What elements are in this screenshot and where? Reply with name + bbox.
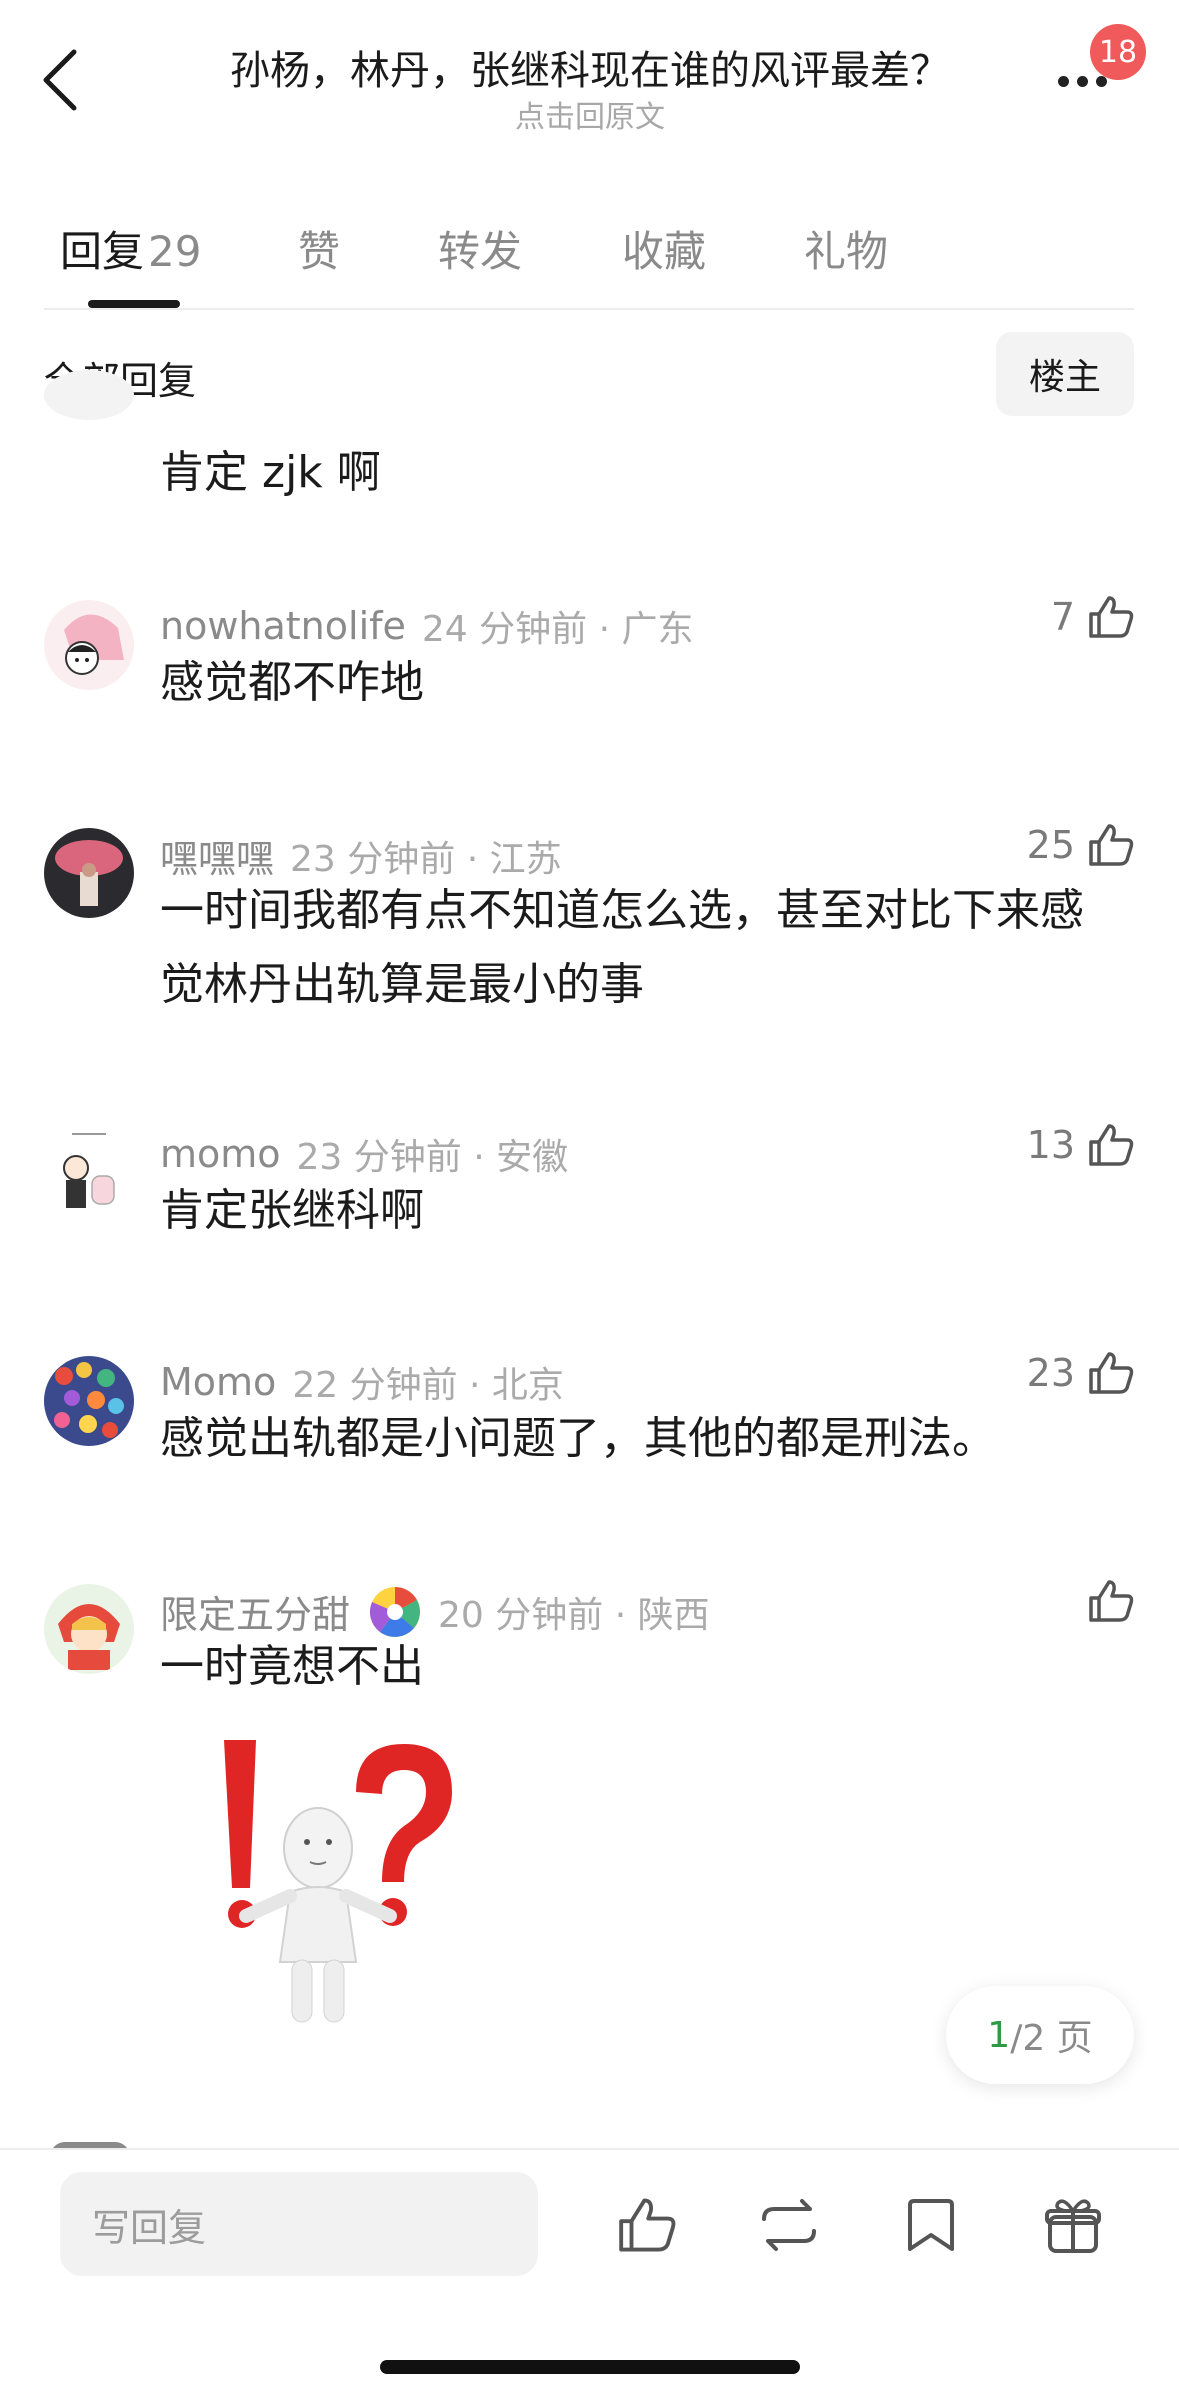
avatar-anime-icon xyxy=(44,1584,134,1674)
gift-icon xyxy=(1045,2199,1101,2253)
avatar[interactable] xyxy=(44,828,134,918)
back-arrow-icon xyxy=(43,49,77,111)
like-count: 13 xyxy=(1026,1123,1075,1167)
gift-button[interactable] xyxy=(1038,2190,1108,2260)
username[interactable]: nowhatnolife xyxy=(160,604,406,648)
bookmark-button[interactable] xyxy=(896,2190,966,2260)
bookmark-icon xyxy=(908,2199,954,2251)
active-tab-indicator xyxy=(88,300,180,308)
comment-meta: Momo 22 分钟前 · 北京 xyxy=(160,1356,564,1408)
thumbs-up-icon xyxy=(619,2198,676,2252)
avatar[interactable] xyxy=(44,1356,134,1446)
like-count: 25 xyxy=(1026,823,1075,867)
tab-replies[interactable]: 回复29 xyxy=(60,218,201,279)
like-count: 23 xyxy=(1026,1351,1075,1395)
page-indicator[interactable]: 1/2 页 xyxy=(946,1986,1134,2084)
back-button[interactable] xyxy=(40,40,110,120)
like-button[interactable]: 23 xyxy=(1027,1350,1135,1396)
tab-count: 29 xyxy=(148,227,202,276)
username[interactable]: Momo xyxy=(160,1360,276,1404)
comment-sticker-image[interactable] xyxy=(206,1732,466,2032)
thumbs-up-icon xyxy=(1089,1124,1134,1166)
top-bar: 孙杨，林丹，张继科现在谁的风评最差？ 点击回原文 18 xyxy=(0,0,1179,160)
username[interactable]: momo xyxy=(160,1132,281,1176)
avatar-illustration-icon xyxy=(44,600,134,690)
like-button[interactable] xyxy=(1087,1578,1135,1624)
timestamp-location: 24 分钟前 · 广东 xyxy=(421,609,694,650)
post-title[interactable]: 孙杨，林丹，张继科现在谁的风评最差？ xyxy=(180,38,1000,96)
bottom-action-bar: 写回复 xyxy=(0,2148,1179,2399)
home-indicator xyxy=(380,2360,800,2374)
repost-button[interactable] xyxy=(754,2190,824,2260)
like-button[interactable]: 7 xyxy=(1051,594,1135,640)
op-only-button[interactable]: 楼主 xyxy=(996,332,1134,416)
total-pages: /2 页 xyxy=(1010,2018,1093,2059)
like-post-button[interactable] xyxy=(612,2190,682,2260)
thumbs-up-icon xyxy=(1089,824,1134,866)
more-dots-icon xyxy=(1058,76,1107,87)
divider xyxy=(44,308,1134,310)
comment-meta: momo 23 分钟前 · 安徽 xyxy=(160,1128,568,1180)
like-count: 7 xyxy=(1050,595,1075,639)
tab-reposts[interactable]: 转发 xyxy=(438,218,522,279)
exclamation-question-sticker-icon xyxy=(224,1740,452,2023)
comment-text: 肯定 zjk 啊 xyxy=(160,447,381,498)
comment-text: 肯定张继科啊 xyxy=(160,1185,424,1236)
comment-text: 一时竟想不出 xyxy=(160,1641,424,1692)
tab-bar: 回复29 赞 转发 收藏 礼物 xyxy=(0,200,1179,310)
tab-label: 回复 xyxy=(60,227,145,276)
avatar[interactable] xyxy=(44,370,134,420)
tab-likes[interactable]: 赞 xyxy=(298,218,340,279)
thumbs-up-icon xyxy=(1089,1580,1134,1622)
thumbs-up-icon xyxy=(1089,1352,1134,1394)
tab-gifts[interactable]: 礼物 xyxy=(804,218,888,279)
comment-text: 一时间我都有点不知道怎么选，甚至对比下来感觉林丹出轨算是最小的事 xyxy=(160,885,1084,1010)
comment-text: 感觉出轨都是小问题了，其他的都是刑法。 xyxy=(160,1413,996,1464)
avatar-photo-icon xyxy=(44,828,134,918)
repost-icon xyxy=(762,2199,816,2251)
like-button[interactable]: 25 xyxy=(1027,822,1135,868)
comment-text: 感觉都不咋地 xyxy=(160,657,424,708)
reply-input[interactable]: 写回复 xyxy=(60,2172,538,2276)
tab-favorites[interactable]: 收藏 xyxy=(622,218,706,279)
timestamp-location: 23 分钟前 · 安徽 xyxy=(296,1137,569,1178)
avatar-illustration-icon xyxy=(44,1128,134,1218)
timestamp-location: 22 分钟前 · 北京 xyxy=(292,1365,564,1406)
thumbs-up-icon xyxy=(1089,596,1134,638)
notification-badge: 18 xyxy=(1090,24,1146,80)
avatar-balloons-icon xyxy=(44,1356,134,1446)
back-to-original-link[interactable]: 点击回原文 xyxy=(380,92,800,136)
avatar[interactable] xyxy=(44,1584,134,1674)
avatar[interactable] xyxy=(44,600,134,690)
comment-meta: nowhatnolife 24 分钟前 · 广东 xyxy=(160,600,693,652)
current-page: 1 xyxy=(987,2014,1011,2056)
like-button[interactable]: 13 xyxy=(1027,1122,1135,1168)
avatar[interactable] xyxy=(44,1128,134,1218)
